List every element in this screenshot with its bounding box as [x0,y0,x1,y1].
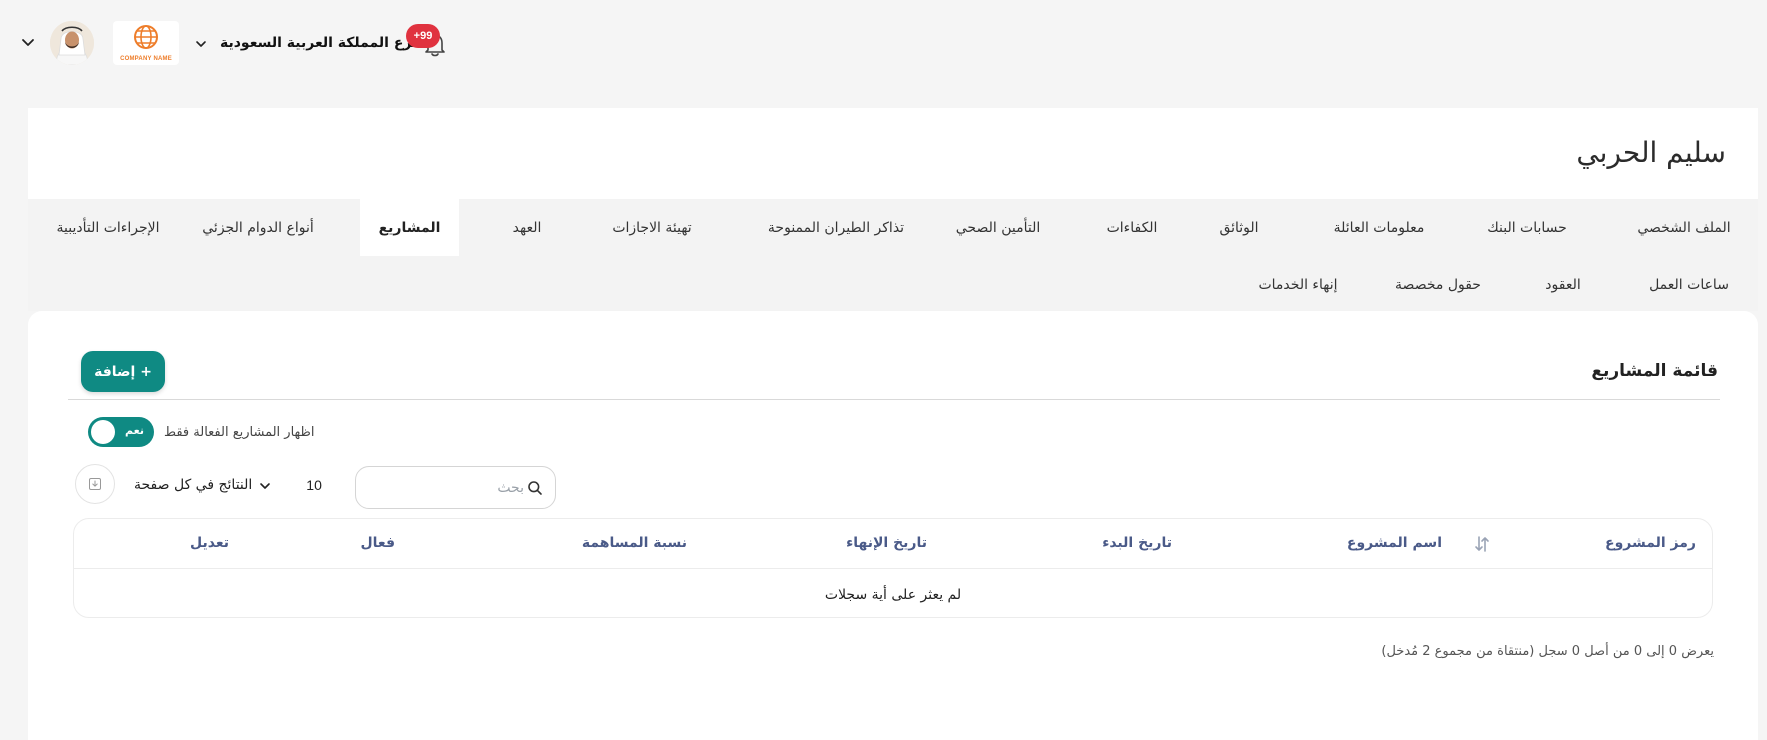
tab-personal-profile[interactable]: الملف الشخصي [1624,199,1744,256]
tab-working-hours[interactable]: ساعات العمل [1634,256,1744,313]
divider [68,399,1720,400]
top-bar: COMPANY NAME فرع المملكة العربية السعودي… [0,0,1767,86]
tab-end-of-service[interactable]: إنهاء الخدمات [1238,256,1358,313]
column-end-date[interactable]: تاريخ الإنهاء [846,535,927,551]
export-icon [89,478,101,490]
toggle-knob [91,420,115,444]
company-logo: COMPANY NAME [113,21,179,65]
avatar[interactable] [50,21,94,65]
tab-disciplinary-actions[interactable]: الإجراءات التأديبية [38,199,178,256]
tab-documents[interactable]: الوثائق [1194,199,1284,256]
table-info: يعرض 0 إلى 0 من أصل 0 سجل (منتقاة من مجم… [1381,644,1714,659]
tab-contracts[interactable]: العقود [1518,256,1608,313]
sort-icon[interactable] [1474,535,1490,553]
page-size-value: 10 [306,477,322,493]
projects-card: قائمة المشاريع + إضافة نعم اظهار المشاري… [28,311,1758,740]
table-header: رمز المشروع اسم المشروع تاريخ البدء تاري… [74,519,1712,569]
notifications-badge: +99 [406,24,440,48]
tab-family-info[interactable]: معلومات العائلة [1314,199,1444,256]
profile-tabs: الملف الشخصي حسابات البنك معلومات العائل… [28,199,1758,311]
column-start-date[interactable]: تاريخ البدء [1102,535,1172,551]
empty-table-message: لم يعثر على أية سجلات [824,586,962,603]
active-only-toggle[interactable]: نعم [88,417,154,447]
active-only-label: اظهار المشاريع الفعالة فقط [164,424,315,440]
tab-health-insurance[interactable]: التأمين الصحي [938,199,1058,256]
profile-header: سليم الحربي [28,108,1758,199]
column-contribution-ratio[interactable]: نسبة المساهمة [582,535,687,551]
export-button[interactable] [75,464,115,504]
projects-list-title: قائمة المشاريع [1591,361,1718,381]
tab-leave-setup[interactable]: تهيئة الاجازات [593,199,711,256]
column-edit: تعديل [190,535,229,551]
column-active[interactable]: فعال [361,535,395,551]
page-size-label: النتائج في كل صفحة [134,477,253,493]
projects-table: رمز المشروع اسم المشروع تاريخ البدء تاري… [73,518,1713,618]
active-only-filter: نعم اظهار المشاريع الفعالة فقط [88,417,315,447]
tab-custody[interactable]: العهد [479,199,575,256]
chevron-down-icon [258,478,272,492]
search-icon [527,480,543,496]
add-project-button[interactable]: + إضافة [81,351,165,392]
company-logo-text: COMPANY NAME [120,56,172,62]
notifications-button[interactable]: +99 [406,24,446,60]
tab-projects[interactable]: المشاريع [360,199,459,256]
column-project-name[interactable]: اسم المشروع [1347,535,1442,551]
page-size-selector[interactable]: النتائج في كل صفحة 10 [134,474,322,496]
tab-custom-fields[interactable]: حقول مخصصة [1378,256,1498,313]
user-menu-chevron-down-icon[interactable] [20,34,36,50]
chevron-down-icon [194,36,208,50]
tab-flight-tickets[interactable]: تذاكر الطيران الممنوحة [746,199,926,256]
column-project-code[interactable]: رمز المشروع [1605,535,1696,551]
tab-part-time-types[interactable]: أنواع الدوام الجزئي [183,199,333,256]
employee-name: سليم الحربي [1576,136,1726,169]
toggle-text: نعم [125,424,144,437]
tab-competencies[interactable]: الكفاءات [1081,199,1183,256]
branch-selector[interactable]: فرع المملكة العربية السعودية [194,30,421,56]
search-input[interactable] [366,475,524,501]
tab-bank-accounts[interactable]: حسابات البنك [1471,199,1583,256]
branch-name: فرع المملكة العربية السعودية [220,35,422,51]
search-field [355,466,556,509]
